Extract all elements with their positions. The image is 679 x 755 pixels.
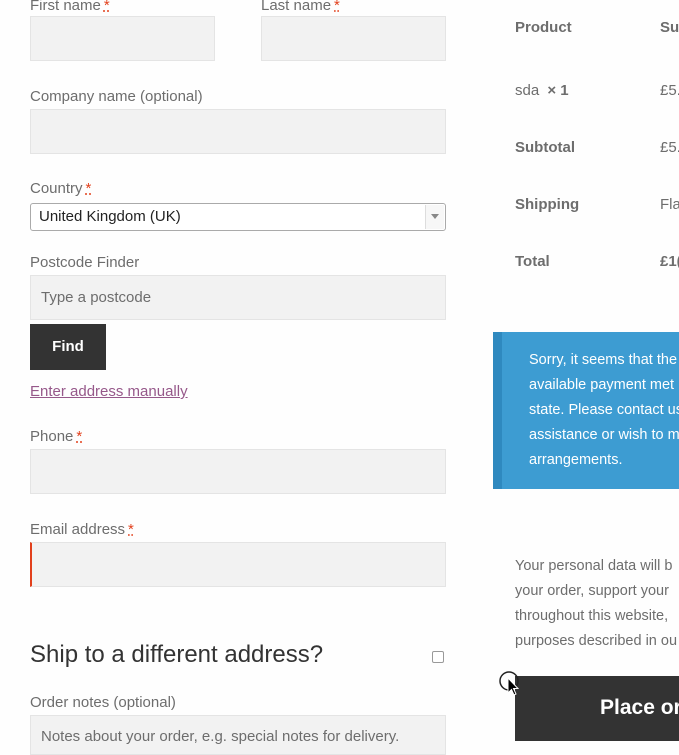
required-mark: *	[103, 0, 110, 14]
postcode-placeholder: Type a postcode	[41, 289, 152, 306]
subtotal-label: Subtotal	[515, 139, 575, 156]
required-mark: *	[76, 428, 83, 445]
mouse-pointer-icon	[499, 671, 519, 696]
privacy-line: throughout this website,	[515, 608, 669, 624]
find-button[interactable]: Find	[30, 324, 106, 370]
shipping-label: Shipping	[515, 196, 580, 213]
subtotal-value: £5.	[660, 139, 679, 156]
place-order-button[interactable]: Place ord	[515, 676, 679, 741]
total-value: £1(	[660, 253, 679, 270]
first-name-input[interactable]	[30, 16, 215, 61]
privacy-line: Your personal data will b	[515, 558, 673, 574]
privacy-line: your order, support your	[515, 583, 669, 599]
country-label-text: Country	[30, 180, 83, 197]
country-select[interactable]: United Kingdom (UK)	[30, 203, 446, 231]
notice-line: state. Please contact us	[529, 402, 679, 418]
last-name-input[interactable]	[261, 16, 446, 61]
last-name-label-text: Last name	[261, 0, 332, 14]
company-input[interactable]	[30, 109, 446, 154]
order-notes-label: Order notes (optional)	[30, 694, 176, 711]
postcode-input[interactable]: Type a postcode	[30, 275, 446, 320]
required-mark: *	[85, 180, 92, 197]
last-name-label: Last name *	[261, 0, 340, 15]
phone-input[interactable]	[30, 449, 446, 494]
chevron-down-icon[interactable]	[425, 205, 444, 229]
required-mark: *	[334, 0, 340, 14]
product-column-header: Product	[515, 19, 572, 36]
phone-label: Phone *	[30, 428, 82, 446]
enter-address-manually-link[interactable]: Enter address manually	[30, 383, 188, 400]
notice-line: arrangements.	[529, 452, 623, 468]
notice-line: assistance or wish to m	[529, 427, 679, 443]
order-notes-placeholder: Notes about your order, e.g. special not…	[41, 728, 400, 745]
ship-different-address-checkbox[interactable]	[432, 651, 444, 663]
privacy-policy-text: Your personal data will b your order, su…	[515, 554, 679, 654]
phone-label-text: Phone	[30, 428, 74, 445]
postcode-finder-label: Postcode Finder	[30, 254, 140, 271]
order-notes-textarea[interactable]: Notes about your order, e.g. special not…	[30, 715, 446, 755]
total-label: Total	[515, 253, 550, 270]
product-price: £5.	[660, 82, 679, 99]
email-input[interactable]	[30, 542, 446, 587]
product-name-text: sda	[515, 82, 540, 99]
first-name-label: First name *	[30, 0, 110, 15]
ship-different-address-heading: Ship to a different address?	[30, 641, 324, 668]
first-name-label-text: First name	[30, 0, 101, 14]
subtotal-column-header: Su	[660, 19, 679, 36]
required-mark: *	[128, 521, 134, 538]
notice-line: Sorry, it seems that the	[529, 352, 678, 368]
country-label: Country *	[30, 180, 91, 198]
product-quantity: × 1	[547, 82, 569, 99]
company-label: Company name (optional)	[30, 88, 203, 105]
shipping-value: Fla	[660, 196, 679, 213]
product-name: sda × 1	[515, 82, 569, 99]
notice-line: available payment met	[529, 377, 675, 393]
email-label: Email address *	[30, 521, 134, 539]
country-select-value: United Kingdom (UK)	[39, 208, 181, 225]
payment-unavailable-notice: Sorry, it seems that the available payme…	[493, 332, 679, 489]
email-label-text: Email address	[30, 521, 126, 538]
privacy-line: purposes described in ou	[515, 633, 678, 649]
